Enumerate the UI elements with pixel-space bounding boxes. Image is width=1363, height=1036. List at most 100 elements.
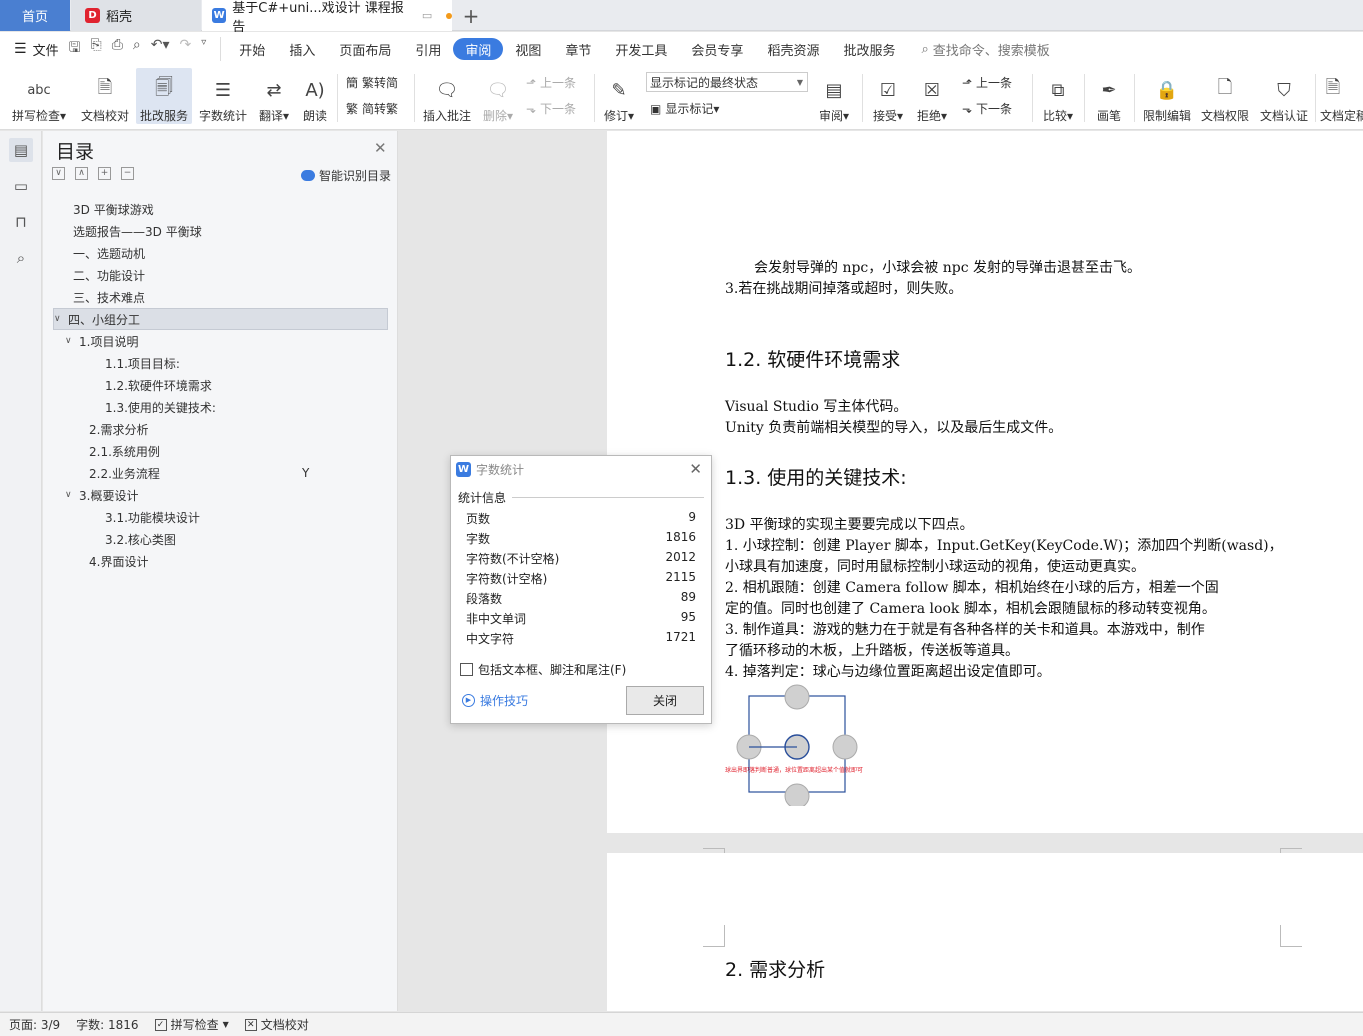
toc-item[interactable]: 3D 平衡球游戏 — [43, 198, 154, 220]
toc-item[interactable]: 2.1.系统用例 — [43, 440, 160, 462]
fall-detection-figure[interactable]: 球出界即落判断普通，球位置距离超出某个值就即可 — [725, 684, 877, 809]
remove-heading-icon[interactable]: − — [121, 167, 134, 180]
command-search[interactable]: ⌕ 查找命令、搜索模板 — [907, 40, 1049, 59]
toc-panel-icon[interactable]: ▤ — [9, 138, 33, 162]
trad-to-simp-button[interactable]: 簡繁转简 — [346, 74, 398, 91]
read-aloud-button[interactable]: A) 朗读 — [298, 68, 332, 124]
toc-item[interactable]: ∨ 四、小组分工 — [53, 308, 388, 330]
stat-row: 字符数(不计空格) 2012 — [466, 550, 696, 570]
chevron-down-icon[interactable]: ▿ — [201, 37, 206, 61]
menu-correction-service[interactable]: 批改服务 — [831, 38, 907, 60]
pin-icon[interactable]: ▭ — [422, 9, 432, 22]
toc-item[interactable]: 1.2.软硬件环境需求 — [43, 374, 212, 396]
close-button[interactable]: 关闭 — [626, 686, 704, 715]
new-tab-button[interactable]: + — [458, 0, 484, 31]
menu-insert[interactable]: 插入 — [277, 38, 327, 60]
dialog-titlebar[interactable]: W 字数统计 — [451, 456, 711, 482]
correction-service-label: 批改服务 — [139, 109, 188, 123]
tab-document[interactable]: W 基于C#+uni...戏设计 课程报告 ▭ — [202, 0, 453, 35]
menu-member[interactable]: 会员专享 — [679, 38, 755, 60]
correction-service-button[interactable]: 🗐 批改服务 — [136, 68, 192, 124]
page-indicator[interactable]: 页面: 3/9 — [9, 1016, 60, 1033]
toc-item[interactable]: 2.2.业务流程 — [43, 462, 160, 484]
document-certify-button[interactable]: ⛉ 文档认证 — [1256, 68, 1312, 124]
redo-icon[interactable]: ↷ — [180, 37, 192, 61]
print-preview-icon[interactable]: ⌕ — [133, 37, 141, 61]
markup-state-select[interactable]: 显示标记的最终状态 ▼ — [646, 72, 808, 92]
document-page[interactable]: 2. 需求分析 — [607, 853, 1363, 1011]
smart-toc-button[interactable]: 智能识别目录 — [301, 167, 391, 184]
print-icon[interactable]: ⎙ — [112, 37, 123, 61]
show-markup-button[interactable]: ▣ 显示标记▾ — [650, 100, 719, 117]
translate-button[interactable]: ⇄ 翻译▾ — [254, 68, 294, 124]
bookmark-icon[interactable]: ⊓ — [9, 210, 33, 234]
toc-item[interactable]: 2.需求分析 — [43, 418, 148, 440]
next-comment-button[interactable]: ⬎ 下一条 — [526, 100, 576, 117]
tab-home[interactable]: 首页 — [0, 0, 70, 31]
save-icon[interactable]: 🖫 — [69, 37, 81, 61]
collapse-all-icon[interactable]: ∨ — [52, 167, 65, 180]
proofread-button[interactable]: 🗎 文档校对 — [78, 68, 132, 124]
tips-link[interactable]: ▶ 操作技巧 — [462, 692, 528, 709]
delete-comment-button[interactable]: 🗨 删除▾ — [478, 68, 518, 124]
document-page[interactable]: 会发射导弹的 npc，小球会被 npc 发射的导弹击退甚至击飞。 3.若在挑战期… — [607, 131, 1363, 870]
document-finalize-button[interactable]: 🗎 文档定稿 — [1320, 68, 1363, 124]
toc-item[interactable]: 3.2.核心类图 — [43, 528, 176, 550]
review-pane-button[interactable]: ▤ 审阅▾ — [814, 68, 854, 124]
include-textbox-checkbox[interactable] — [460, 663, 473, 676]
expand-all-icon[interactable]: ∧ — [75, 167, 88, 180]
accept-button[interactable]: ☑ 接受▾ — [868, 68, 908, 124]
chapter-nav-icon[interactable]: ▭ — [9, 174, 33, 198]
menu-layout[interactable]: 页面布局 — [327, 38, 403, 60]
next-change-button[interactable]: ⬎ 下一条 — [962, 100, 1012, 117]
toc-item-label: 四、小组分工 — [68, 312, 141, 327]
spell-check-button[interactable]: abc 拼写检查▾ — [8, 68, 70, 124]
pen-button[interactable]: ✒ 画笔 — [1090, 68, 1128, 124]
undo-icon[interactable]: ↶▾ — [151, 37, 170, 61]
prev-comment-button[interactable]: ⬏ 上一条 — [526, 74, 576, 91]
simp-to-trad-button[interactable]: 繁简转繁 — [346, 100, 398, 117]
menu-chapter[interactable]: 章节 — [553, 38, 603, 60]
close-icon[interactable]: ✕ — [374, 139, 387, 157]
restrict-edit-button[interactable]: 🔒 限制编辑 — [1140, 68, 1194, 124]
toc-item[interactable]: 3.1.功能模块设计 — [43, 506, 200, 528]
toc-item[interactable]: 一、选题动机 — [43, 242, 145, 264]
ribbon-separator — [1084, 74, 1085, 122]
toc-item[interactable]: 三、技术难点 — [43, 286, 145, 308]
reject-button[interactable]: ☒ 拒绝▾ — [912, 68, 952, 124]
add-heading-icon[interactable]: + — [98, 167, 111, 180]
spell-check-status[interactable]: ✓ 拼写检查 ▼ — [154, 1016, 229, 1033]
menu-daoke-resources[interactable]: 稻壳资源 — [755, 38, 831, 60]
prev-change-button[interactable]: ⬏ 上一条 — [962, 74, 1012, 91]
search-icon[interactable]: ⌕ — [9, 246, 33, 270]
export-pdf-icon[interactable]: ⎘ — [91, 37, 102, 61]
stat-label: 字符数(不计空格) — [466, 552, 560, 566]
include-textbox-option[interactable]: 包括文本框、脚注和尾注(F) — [460, 661, 626, 678]
chevron-down-icon[interactable]: ∨ — [54, 314, 68, 324]
toc-item[interactable]: 选题报告——3D 平衡球 — [43, 220, 202, 242]
word-count-indicator[interactable]: 字数: 1816 — [76, 1016, 138, 1033]
toc-item[interactable]: ∨ 3.概要设计 — [43, 484, 138, 506]
document-permission-button[interactable]: 🗋 文档权限 — [1198, 68, 1252, 124]
menu-developer[interactable]: 开发工具 — [603, 38, 679, 60]
proofread-status[interactable]: ✕ 文档校对 — [244, 1016, 309, 1033]
tab-daoke[interactable]: D 稻壳 — [71, 0, 201, 31]
insert-comment-button[interactable]: 🗨 插入批注 — [420, 68, 474, 124]
chevron-down-icon[interactable]: ∨ — [65, 336, 79, 346]
stat-value: 2115 — [665, 570, 696, 584]
toc-item[interactable]: ∨ 1.项目说明 — [43, 330, 138, 352]
chevron-down-icon[interactable]: ∨ — [65, 490, 79, 500]
toc-item[interactable]: 1.1.项目目标: — [43, 352, 180, 374]
file-menu-button[interactable]: ☰ 文件 — [0, 40, 69, 59]
close-icon[interactable]: ✕ — [689, 460, 702, 478]
menu-reference[interactable]: 引用 — [403, 38, 453, 60]
menu-review[interactable]: 审阅 — [453, 38, 504, 60]
menu-view[interactable]: 视图 — [503, 38, 553, 60]
toc-item[interactable]: 1.3.使用的关键技术: — [43, 396, 216, 418]
track-changes-button[interactable]: ✎ 修订▾ — [600, 68, 638, 124]
toc-item[interactable]: 4.界面设计 — [43, 550, 148, 572]
word-count-button[interactable]: ☰ 字数统计 — [196, 68, 250, 124]
compare-button[interactable]: ⧉ 比较▾ — [1038, 68, 1078, 124]
toc-item[interactable]: 二、功能设计 — [43, 264, 145, 286]
menu-start[interactable]: 开始 — [227, 38, 277, 60]
